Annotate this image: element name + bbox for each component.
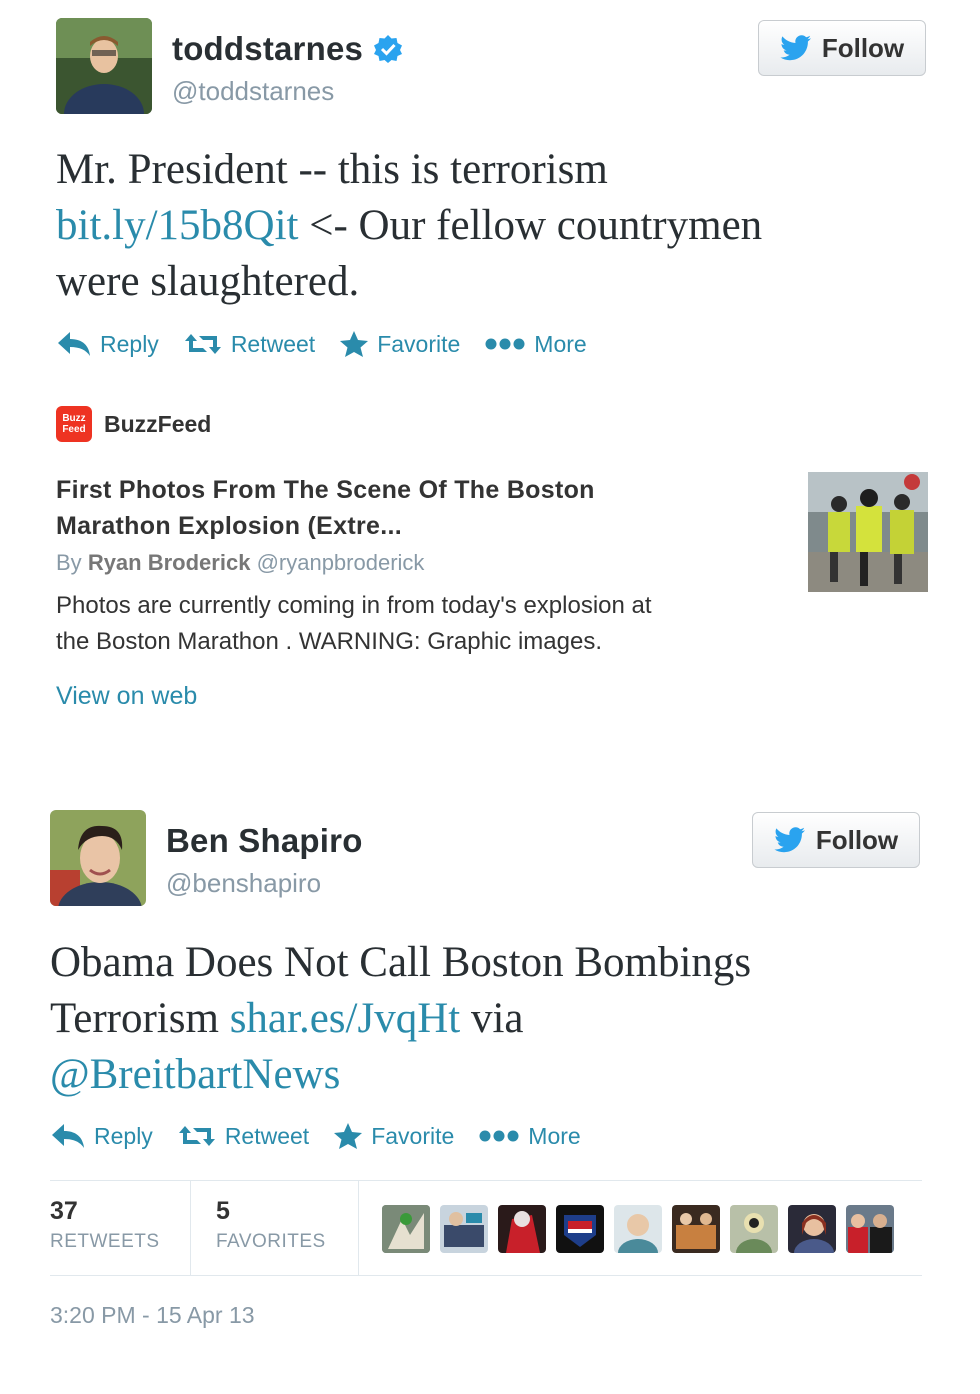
user-handle[interactable]: @toddstarnes xyxy=(172,76,334,107)
verified-badge-icon xyxy=(374,35,403,63)
tweet-text-line-2: Terrorism shar.es/JvqHt via xyxy=(50,991,930,1047)
tweet-text-segment: <- Our fellow countrymen xyxy=(298,202,763,249)
retweeter-avatar[interactable] xyxy=(846,1205,894,1253)
card-source[interactable]: Buzz Feed BuzzFeed xyxy=(56,406,211,442)
favorite-button[interactable]: Favorite xyxy=(339,330,460,358)
tweet-text-segment: Terrorism xyxy=(50,995,230,1042)
favorites-count: 5 xyxy=(216,1197,230,1225)
display-name[interactable]: Ben Shapiro xyxy=(166,822,363,860)
card-author-handle[interactable]: @ryanpbroderick xyxy=(257,550,425,575)
reply-button[interactable]: Reply xyxy=(50,1122,153,1150)
tweet-stats: 37 RETWEETS 5 FAVORITES xyxy=(50,1180,922,1276)
retweeter-avatar[interactable] xyxy=(556,1205,604,1253)
tweet-text: Mr. President -- this is terrorism bit.l… xyxy=(56,142,936,310)
twitter-bird-icon xyxy=(774,827,805,853)
tweet-text-line-1: Obama Does Not Call Boston Bombings xyxy=(50,939,752,986)
card-desc-line-1: Photos are currently coming in from toda… xyxy=(56,592,652,619)
favorite-label: Favorite xyxy=(377,330,461,357)
more-button[interactable]: More xyxy=(478,1122,581,1150)
tweet-link[interactable]: shar.es/JvqHt xyxy=(230,995,461,1042)
tweet-text-line-2: bit.ly/15b8Qit <- Our fellow countrymen xyxy=(56,198,936,254)
retweet-icon xyxy=(184,334,221,354)
more-dots-icon xyxy=(485,338,525,350)
reply-label: Reply xyxy=(100,330,159,357)
card-desc-line-2: the Boston Marathon . WARNING: Graphic i… xyxy=(56,628,602,655)
favorite-button[interactable]: Favorite xyxy=(333,1122,454,1150)
card-thumbnail[interactable] xyxy=(808,472,928,592)
card-description: Photos are currently coming in from toda… xyxy=(56,588,796,660)
retweeter-avatar[interactable] xyxy=(730,1205,778,1253)
favorites-stat[interactable]: 5 FAVORITES xyxy=(190,1181,359,1275)
tweet-text: Obama Does Not Call Boston Bombings Terr… xyxy=(50,935,930,1103)
reply-button[interactable]: Reply xyxy=(56,330,159,358)
more-label: More xyxy=(534,330,587,357)
retweeter-avatar[interactable] xyxy=(672,1205,720,1253)
retweet-button[interactable]: Retweet xyxy=(177,1122,309,1150)
card-source-name: BuzzFeed xyxy=(104,410,212,437)
more-label: More xyxy=(528,1122,581,1149)
display-name[interactable]: toddstarnes xyxy=(172,30,403,68)
retweet-label: Retweet xyxy=(224,1122,310,1149)
retweeter-avatar[interactable] xyxy=(788,1205,836,1253)
star-icon xyxy=(340,331,369,357)
follow-label: Follow xyxy=(821,32,905,63)
tweet-link[interactable]: bit.ly/15b8Qit xyxy=(56,202,298,249)
follow-label: Follow xyxy=(815,824,899,855)
avatar[interactable] xyxy=(50,810,146,906)
reply-label: Reply xyxy=(94,1122,153,1149)
retweets-count: 37 xyxy=(50,1197,78,1225)
follow-button[interactable]: Follow xyxy=(758,20,926,76)
favorite-label: Favorite xyxy=(371,1122,455,1149)
tweet-actions: Reply Retweet Favorite More xyxy=(50,1122,605,1150)
card-title[interactable]: First Photos From The Scene Of The Bosto… xyxy=(56,472,776,544)
tweet-text-line-3: were slaughtered. xyxy=(56,258,360,305)
star-icon xyxy=(334,1123,363,1149)
retweet-button[interactable]: Retweet xyxy=(183,330,315,358)
user-handle[interactable]: @benshapiro xyxy=(166,868,321,899)
retweet-icon xyxy=(178,1126,215,1146)
view-on-web-link[interactable]: View on web xyxy=(56,682,197,711)
reply-icon xyxy=(52,1124,84,1148)
retweeter-avatar[interactable] xyxy=(440,1205,488,1253)
favorites-label: FAVORITES xyxy=(216,1231,326,1252)
retweeter-avatar[interactable] xyxy=(614,1205,662,1253)
tweet-timestamp[interactable]: 3:20 PM - 15 Apr 13 xyxy=(50,1302,255,1329)
reply-icon xyxy=(58,332,90,356)
twitter-bird-icon xyxy=(780,35,811,61)
retweets-stat[interactable]: 37 RETWEETS xyxy=(50,1181,191,1275)
buzzfeed-logo-icon: Buzz Feed xyxy=(56,406,92,442)
display-name-text[interactable]: toddstarnes xyxy=(172,30,363,68)
byline-prefix: By xyxy=(56,550,82,575)
card-byline: By Ryan Broderick @ryanpbroderick xyxy=(56,550,424,576)
follow-button[interactable]: Follow xyxy=(752,812,920,868)
tweet-actions: Reply Retweet Favorite More xyxy=(56,330,611,358)
card-title-line-2: Marathon Explosion (Extre... xyxy=(56,512,402,540)
retweet-label: Retweet xyxy=(230,330,316,357)
avatar[interactable] xyxy=(56,18,152,114)
tweet-text-segment: via xyxy=(460,995,524,1042)
more-dots-icon xyxy=(479,1130,519,1142)
card-title-line-1: First Photos From The Scene Of The Bosto… xyxy=(56,476,595,504)
more-button[interactable]: More xyxy=(484,330,587,358)
mention-link[interactable]: @BreitbartNews xyxy=(50,1051,340,1098)
retweets-label: RETWEETS xyxy=(50,1231,160,1252)
retweeter-avatar[interactable] xyxy=(382,1205,430,1253)
card-author[interactable]: Ryan Broderick xyxy=(88,550,251,575)
retweeter-avatar[interactable] xyxy=(498,1205,546,1253)
tweet-text-line-1: Mr. President -- this is terrorism xyxy=(56,146,608,193)
